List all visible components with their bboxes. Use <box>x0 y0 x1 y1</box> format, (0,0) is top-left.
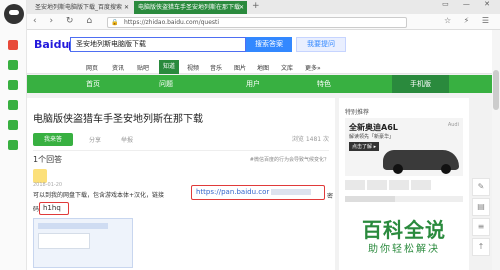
lock-icon: 🔒 <box>111 19 119 26</box>
back-to-top-icon[interactable]: ↑ <box>472 238 490 256</box>
video-icon[interactable] <box>8 100 18 110</box>
view-count: 浏览 1481 次 <box>291 136 329 143</box>
tab-search-results[interactable]: 圣安地列斯电脑版下载_百度搜索 ✕ <box>31 1 132 14</box>
menu-users[interactable]: 用户 <box>246 79 260 89</box>
tab-current-question[interactable]: 电脑版侠盗猎车手圣安地列斯在那下载 ✕ <box>134 1 247 14</box>
new-tab-icon[interactable]: + <box>252 1 260 11</box>
scrollbar[interactable] <box>492 30 500 270</box>
ad-brand: Audi <box>447 122 459 128</box>
sidebar-title: 特别推荐 <box>345 109 370 116</box>
ad-subtitle: 解读领先「新豪华」 <box>349 134 395 140</box>
avatar[interactable] <box>33 169 47 183</box>
nav-item-wenku[interactable]: 文库 <box>281 63 293 72</box>
answer-screenshot[interactable] <box>33 218 133 268</box>
news-icon[interactable] <box>8 140 18 150</box>
recommend-sidebar: 特别推荐 全新奥迪A6L 解读领先「新豪华」 点击了解 ▸ Audi 百科全说 … <box>339 98 469 270</box>
ad-title: 全新奥迪A6L <box>349 123 398 132</box>
toolbar-icons[interactable]: ☆ ⚡ ☰ <box>444 16 494 25</box>
answer-button[interactable]: 我来答 <box>33 133 73 146</box>
app-icon[interactable] <box>8 60 18 70</box>
divider <box>33 150 329 151</box>
tool-chip[interactable] <box>389 180 409 190</box>
menu-home[interactable]: 首页 <box>86 79 100 89</box>
share-link-highlight[interactable]: https://pan.baidu.cor <box>191 185 325 200</box>
related-topic-link[interactable]: #微信百度的行为会导致气候变化？ <box>250 156 329 163</box>
nav-item-video[interactable]: 视频 <box>187 63 199 72</box>
baike-quanshuo-subtitle: 助你轻松解决 <box>368 244 440 255</box>
search-input[interactable]: 圣安地列斯电脑版下载 <box>70 37 246 52</box>
feedback-icon[interactable]: ▤ <box>472 198 490 216</box>
window-controls[interactable]: ▭ — ✕ <box>442 0 496 8</box>
report-link[interactable]: 举报 <box>121 135 133 144</box>
scrollbar-thumb[interactable] <box>493 70 499 110</box>
nav-item-images[interactable]: 图片 <box>234 63 246 72</box>
tab-close-icon[interactable]: ✕ <box>124 1 129 14</box>
nav-item-news[interactable]: 资讯 <box>112 63 124 72</box>
tab-close-icon[interactable]: ✕ <box>239 1 244 14</box>
tab-label: 电脑版侠盗猎车手圣安地列斯在那下载 <box>138 4 241 11</box>
extraction-code-highlight: h1hq <box>39 202 69 215</box>
address-toolbar: ‹ › ↻ ⌂ 🔒 https://zhidao.baidu.com/quest… <box>27 14 500 30</box>
sidebar-tools <box>345 180 463 192</box>
tool-chip[interactable] <box>367 180 387 190</box>
category-nav: 网页 资讯 贴吧 知道 视频 音乐 图片 地图 文库 更多» <box>27 60 500 74</box>
menu-questions[interactable]: 问题 <box>159 79 173 89</box>
address-bar[interactable]: 🔒 https://zhidao.baidu.com/questi <box>107 17 407 28</box>
zhidao-menu-bar: 首页 问题 用户 特色 手机版 <box>27 75 500 93</box>
download-link[interactable]: https://pan.baidu.cor <box>196 188 269 196</box>
baidu-header: Baidu知道 圣安地列斯电脑版下载 搜索答案 我要提问 <box>27 30 500 60</box>
share-link[interactable]: 分享 <box>89 135 101 144</box>
redacted-text <box>271 189 312 195</box>
nav-item-maps[interactable]: 地图 <box>257 63 269 72</box>
password-label-tail: 密 <box>327 193 334 200</box>
wheel-shape <box>393 164 403 174</box>
nav-item-web[interactable]: 网页 <box>86 63 98 72</box>
edit-icon[interactable]: ✎ <box>472 178 490 196</box>
ask-question-button[interactable]: 我要提问 <box>296 37 346 52</box>
mail-icon[interactable] <box>8 120 18 130</box>
tool-chip[interactable] <box>345 180 365 190</box>
favorites-icon[interactable] <box>8 40 18 50</box>
nav-item-tieba[interactable]: 贴吧 <box>137 63 149 72</box>
answer-date: 2018-01-20 <box>33 182 63 188</box>
logo-prefix: Bai <box>34 38 54 51</box>
menu-mobile[interactable]: 手机版 <box>392 75 449 93</box>
menu-icon[interactable]: ≡ <box>472 218 490 236</box>
browser-sidebar <box>0 0 27 270</box>
floating-tools: ✎ ▤ ≡ ↑ <box>470 98 492 270</box>
placeholder-line <box>345 196 463 202</box>
tab-bar: 圣安地列斯电脑版下载_百度搜索 ✕ 电脑版侠盗猎车手圣安地列斯在那下载 ✕ + ▭ … <box>27 0 500 14</box>
nav-item-zhidao[interactable]: 知道 <box>159 60 180 74</box>
audi-ad-banner[interactable]: 全新奥迪A6L 解读领先「新豪华」 点击了解 ▸ Audi <box>345 118 463 176</box>
nav-item-more[interactable]: 更多» <box>305 63 321 72</box>
nav-item-music[interactable]: 音乐 <box>210 63 222 72</box>
tab-label: 圣安地列斯电脑版下载_百度搜索 <box>35 4 123 11</box>
question-panel: 电脑版侠盗猎车手圣安地列斯在那下载 我来答 分享 举报 浏览 1481 次 1个… <box>27 98 335 270</box>
navigation-icons[interactable]: ‹ › ↻ ⌂ <box>33 16 97 26</box>
search-answers-button[interactable]: 搜索答案 <box>246 37 292 52</box>
wheel-shape <box>441 164 451 174</box>
tool-chip[interactable] <box>411 180 431 190</box>
menu-featured[interactable]: 特色 <box>317 79 331 89</box>
browser-avatar-icon[interactable] <box>4 4 24 24</box>
question-title: 电脑版侠盗猎车手圣安地列斯在那下载 <box>33 114 203 125</box>
game-icon[interactable] <box>8 80 18 90</box>
baike-quanshuo-title[interactable]: 百科全说 <box>339 214 469 243</box>
url-text: https://zhidao.baidu.com/questi <box>124 19 220 26</box>
logo-middle: du <box>53 38 70 51</box>
answer-count: 1个回答 <box>33 155 63 164</box>
ad-learn-more-button[interactable]: 点击了解 ▸ <box>349 142 380 151</box>
